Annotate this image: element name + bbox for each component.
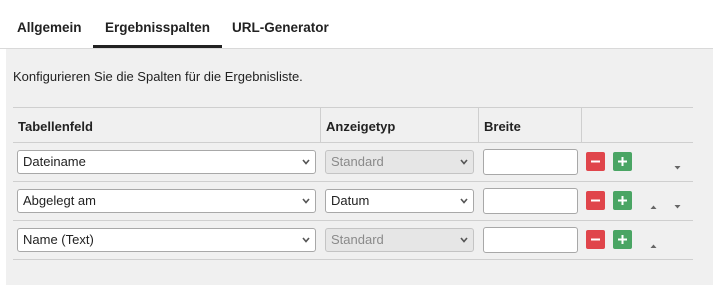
- tabellenfeld-value: Abgelegt am: [23, 193, 96, 208]
- table-header-border: [13, 142, 693, 143]
- move-up-icon[interactable]: [649, 237, 658, 248]
- column-divider: [581, 107, 582, 143]
- tab-ergebnisspalten[interactable]: Ergebnisspalten: [92, 20, 223, 48]
- anzeigetyp-select[interactable]: Datum: [325, 189, 474, 213]
- move-up-icon[interactable]: [649, 198, 658, 209]
- remove-row-button[interactable]: [586, 152, 605, 171]
- remove-row-button[interactable]: [586, 191, 605, 210]
- tab-bar: Allgemein Ergebnisspalten URL-Generator: [0, 0, 713, 49]
- column-header-anzeigetyp: Anzeigetyp: [326, 119, 396, 134]
- anzeigetyp-value: Standard: [331, 232, 384, 247]
- anzeigetyp-select: Standard: [325, 150, 474, 174]
- tab-url-generator[interactable]: URL-Generator: [232, 20, 329, 35]
- tabellenfeld-select[interactable]: Dateiname: [17, 150, 316, 174]
- anzeigetyp-value: Standard: [331, 154, 384, 169]
- anzeigetyp-value: Datum: [331, 193, 370, 208]
- table-top-border: [13, 107, 693, 108]
- add-row-button[interactable]: [613, 191, 632, 210]
- row-divider: [13, 181, 693, 182]
- column-divider: [320, 107, 321, 143]
- remove-row-button[interactable]: [586, 230, 605, 249]
- chevron-down-icon: [302, 159, 310, 166]
- breite-input[interactable]: [483, 188, 578, 214]
- anzeigetyp-select: Standard: [325, 228, 474, 252]
- tab-allgemein[interactable]: Allgemein: [17, 20, 82, 35]
- column-header-breite: Breite: [484, 119, 521, 134]
- breite-input[interactable]: [483, 149, 578, 175]
- tabellenfeld-select[interactable]: Name (Text): [17, 228, 316, 252]
- row-divider: [13, 220, 693, 221]
- table-bottom-border: [13, 259, 693, 260]
- chevron-down-icon: [302, 198, 310, 205]
- chevron-down-icon: [460, 159, 468, 166]
- chevron-down-icon: [460, 198, 468, 205]
- tabellenfeld-value: Dateiname: [23, 154, 86, 169]
- move-down-icon[interactable]: [673, 159, 682, 170]
- intro-text: Konfigurieren Sie die Spalten für die Er…: [13, 69, 303, 84]
- chevron-down-icon: [302, 237, 310, 244]
- move-down-icon[interactable]: [673, 198, 682, 209]
- breite-input[interactable]: [483, 227, 578, 253]
- add-row-button[interactable]: [613, 230, 632, 249]
- column-divider: [478, 107, 479, 143]
- tabellenfeld-value: Name (Text): [23, 232, 94, 247]
- add-row-button[interactable]: [613, 152, 632, 171]
- chevron-down-icon: [460, 237, 468, 244]
- tabellenfeld-select[interactable]: Abgelegt am: [17, 189, 316, 213]
- column-header-tabellenfeld: Tabellenfeld: [18, 119, 93, 134]
